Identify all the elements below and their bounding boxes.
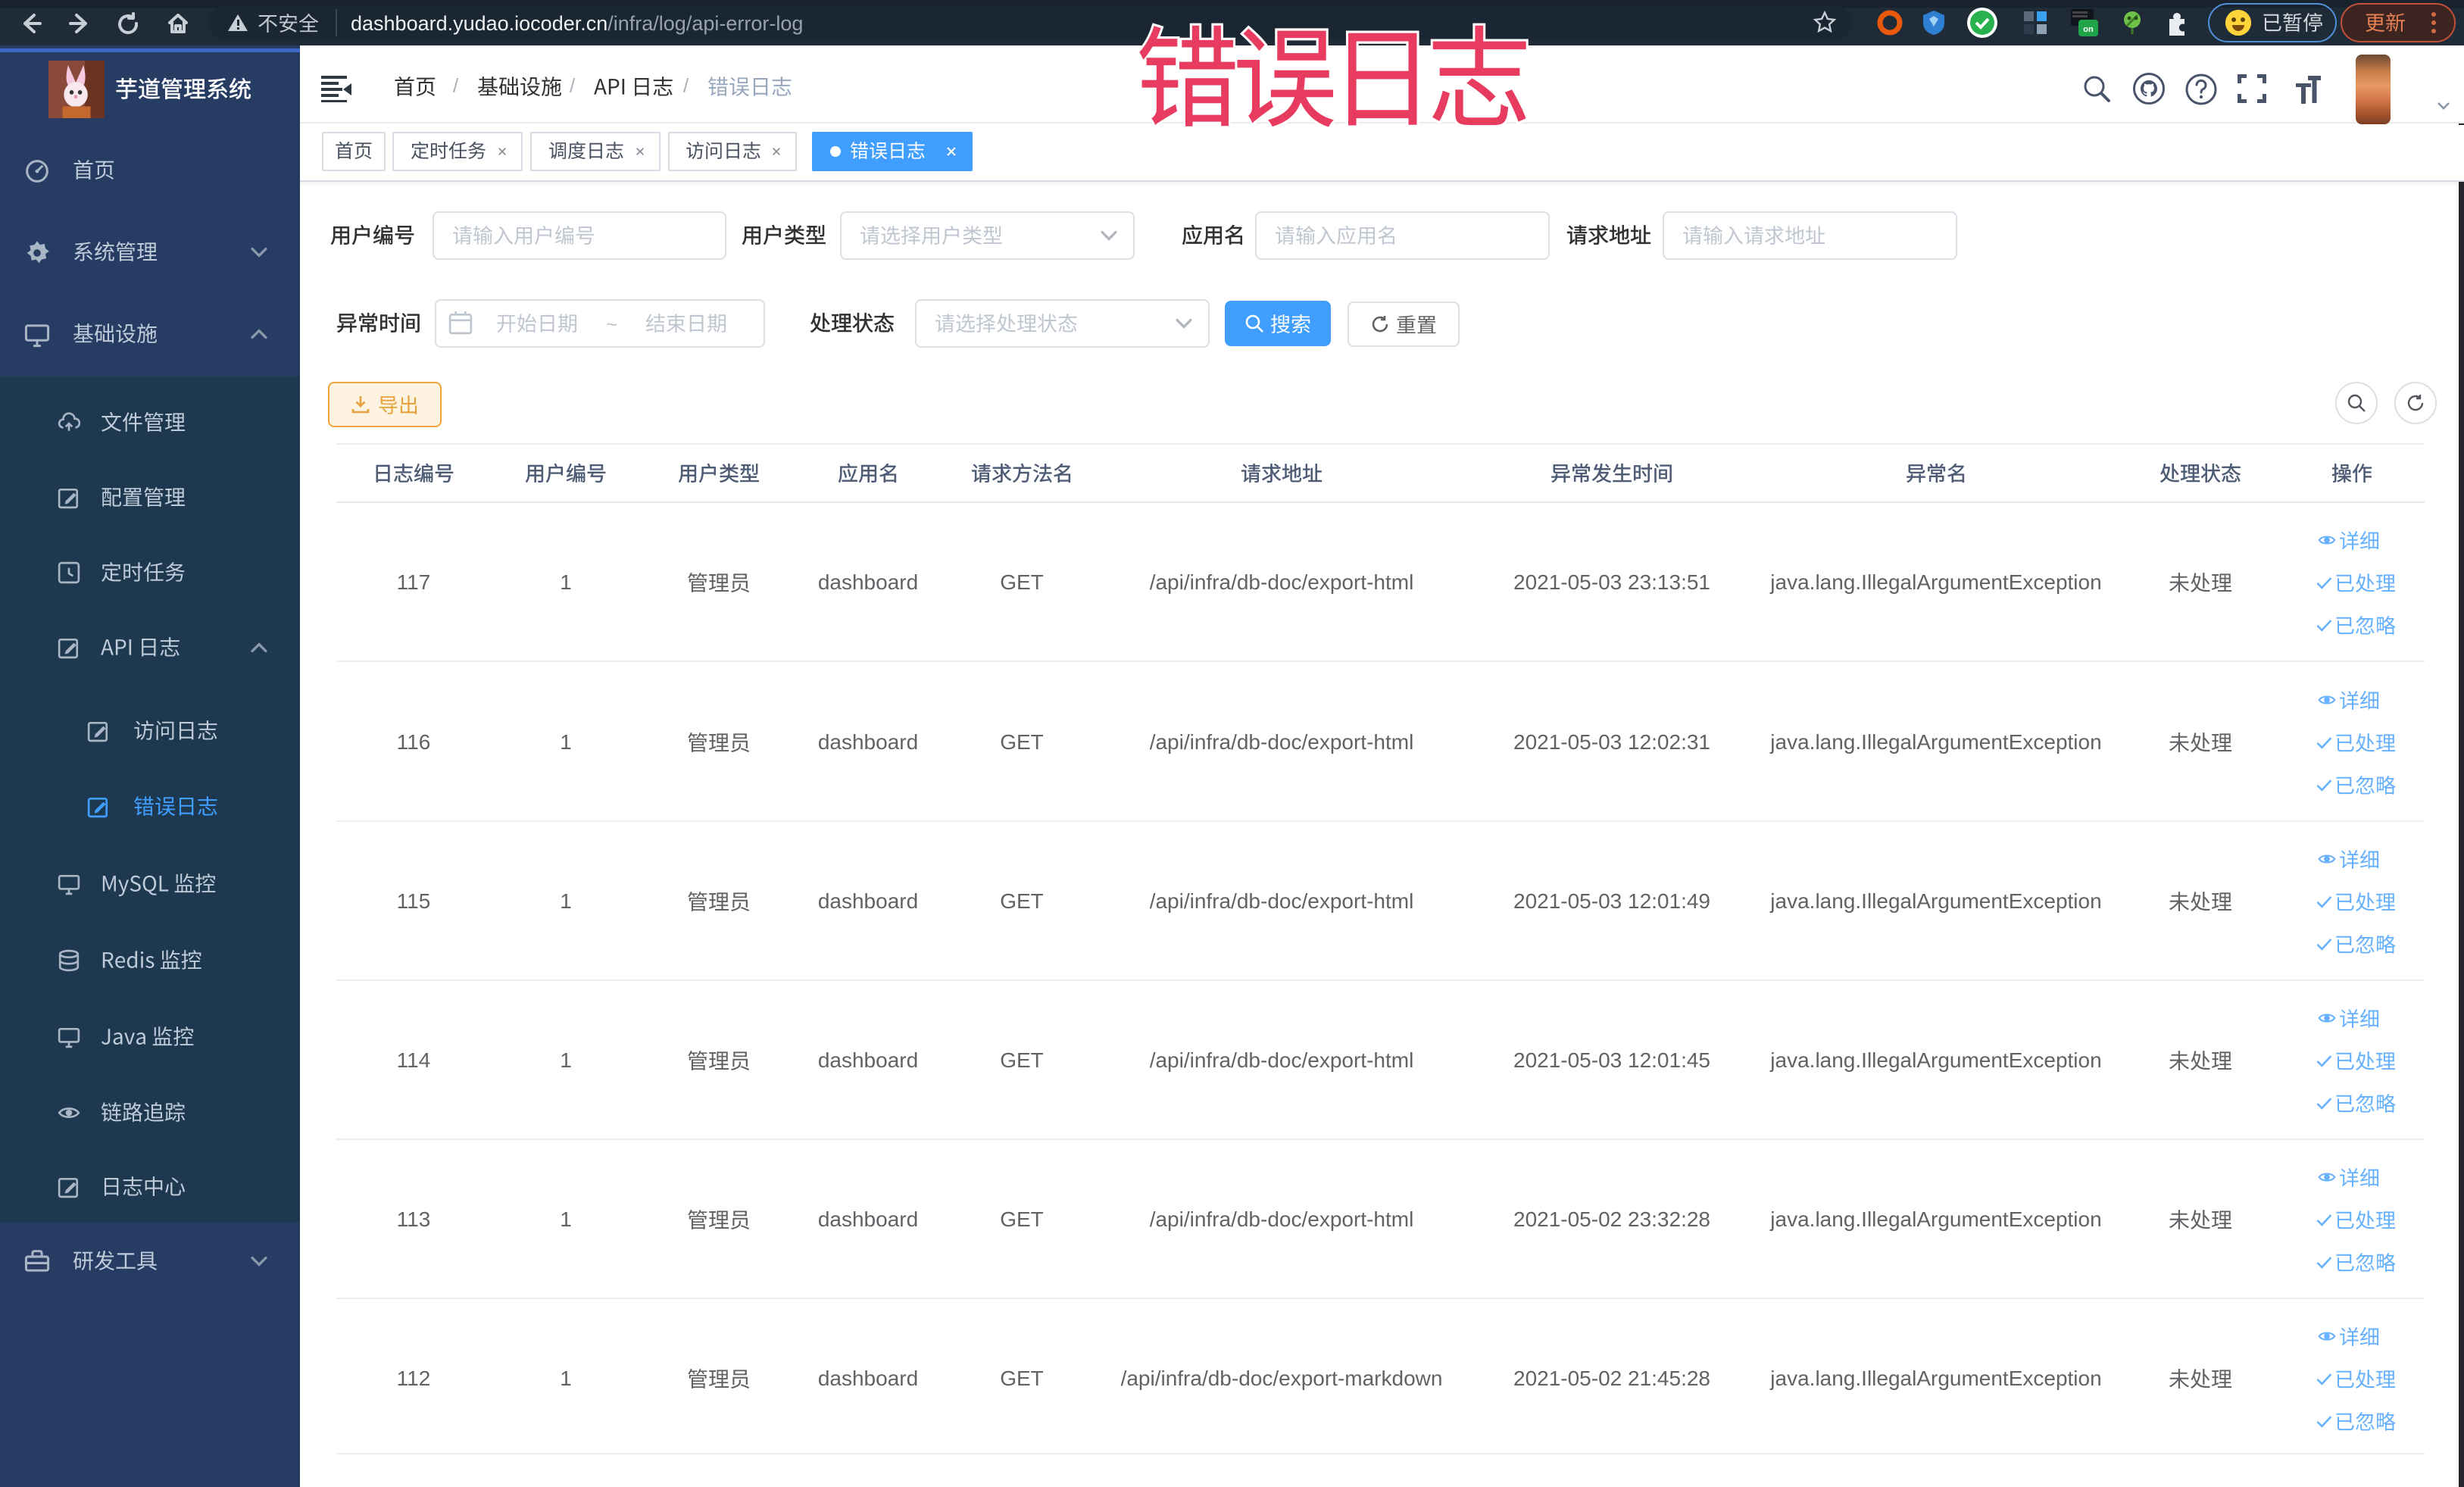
- svg-text:on: on: [2083, 25, 2094, 34]
